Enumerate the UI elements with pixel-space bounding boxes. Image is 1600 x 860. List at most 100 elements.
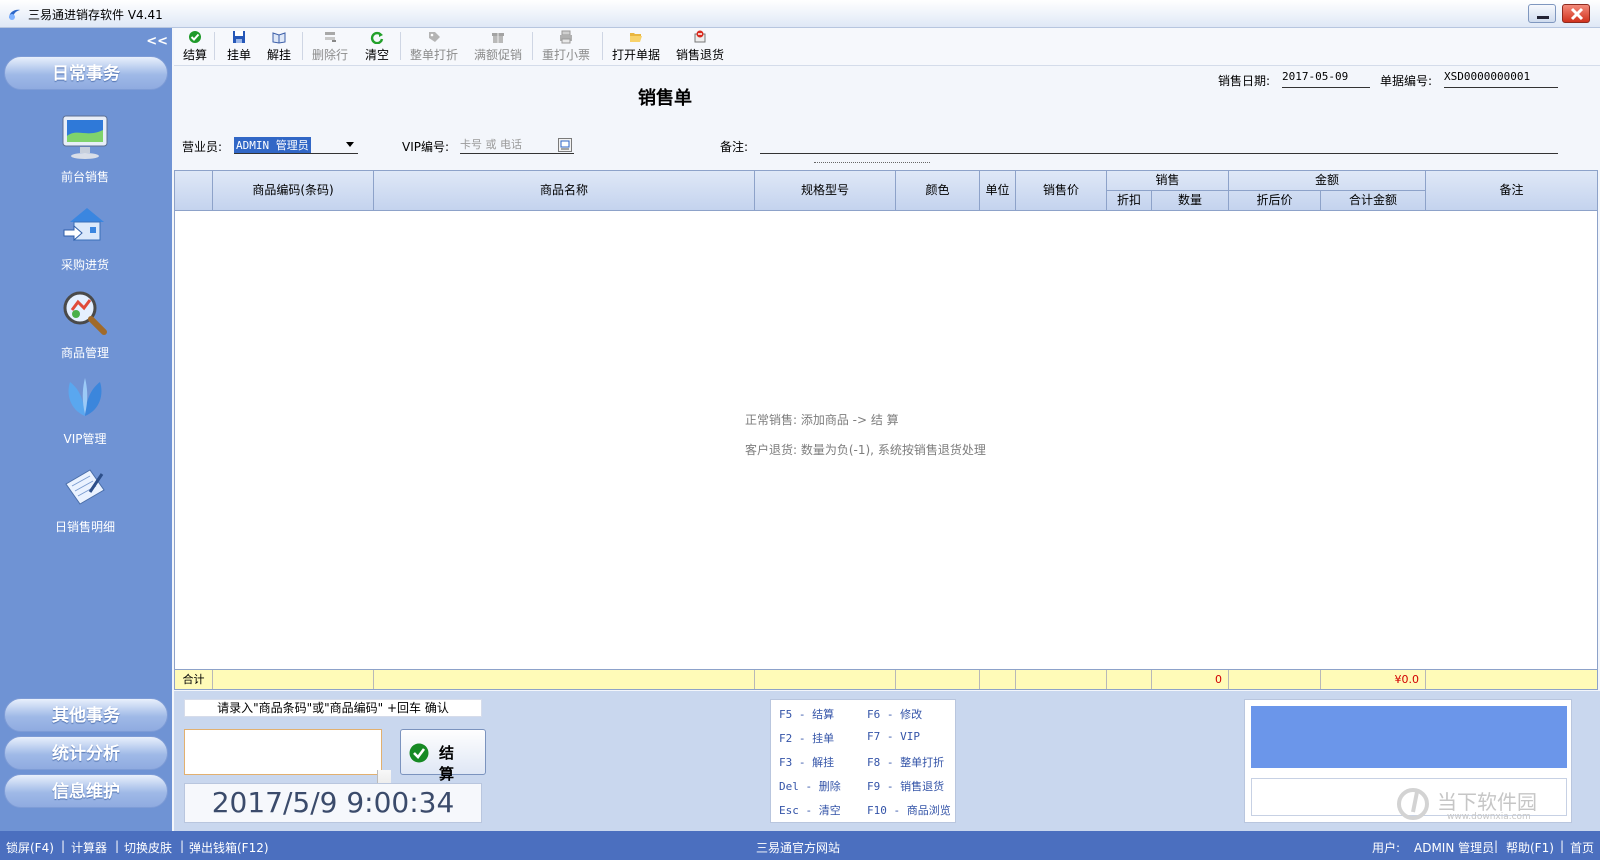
sidebar-item-vip[interactable]: VIP管理: [20, 374, 150, 447]
total-label: 合计: [175, 670, 213, 689]
switch-skin-link[interactable]: 切换皮肤: [124, 839, 172, 856]
watermark-logo-icon: [1397, 788, 1429, 820]
salesperson-value: ADMIN 管理员: [234, 137, 311, 153]
clear-button[interactable]: 清空: [362, 30, 392, 64]
minimize-icon: [1537, 16, 1549, 19]
toolbar-separator: [302, 32, 303, 60]
delete-row-button[interactable]: 删除行: [310, 30, 350, 64]
open-document-button[interactable]: 打开单据: [610, 30, 662, 64]
total-cell: [213, 670, 374, 689]
vip-lookup-icon[interactable]: [558, 138, 572, 152]
watermark-site: www.downxia.com: [1447, 812, 1531, 822]
lock-screen-link[interactable]: 锁屏(F4): [6, 839, 54, 856]
input-prompt: 请录入"商品条码"或"商品编码" +回车 确认: [184, 699, 482, 717]
sidebar-item-label: 商品管理: [60, 346, 109, 360]
shortcut-f10: F10 - 商品浏览: [867, 804, 951, 817]
user-label: 用户:: [1372, 841, 1401, 855]
help-link[interactable]: 帮助(F1): [1506, 839, 1554, 856]
sale-date-label: 销售日期:: [1218, 74, 1271, 88]
checkout-toolbar-button[interactable]: 结算: [180, 30, 210, 64]
sidebar-item-label: 前台销售: [60, 170, 109, 184]
total-cell: [755, 670, 896, 689]
sidebar: << 日常事务 前台销售 采购进货 商品管理 VIP管理 日销售明细 其他事务 …: [0, 28, 172, 831]
collapse-sidebar-button[interactable]: <<: [146, 34, 168, 49]
sale-date-field[interactable]: 2017-05-09: [1282, 70, 1370, 88]
vip-label: VIP编号:: [402, 140, 450, 154]
shortcut-f5: F5 - 结算: [779, 708, 835, 721]
reprint-receipt-button[interactable]: 重打小票: [540, 30, 592, 64]
discount-order-button[interactable]: 整单打折: [408, 30, 460, 64]
official-site-link[interactable]: 三易通官方网站: [756, 839, 840, 856]
sidebar-category-stats[interactable]: 统计分析: [4, 736, 168, 770]
check-icon: [189, 31, 201, 43]
sidebar-item-purchase[interactable]: 采购进货: [20, 200, 150, 273]
customer-display-screen: [1251, 706, 1567, 768]
doc-no-field[interactable]: XSD0000000001: [1444, 70, 1558, 88]
shortcut-f9: F9 - 销售退货: [867, 780, 945, 793]
calculator-link[interactable]: 计算器: [71, 839, 107, 856]
sidebar-category-other[interactable]: 其他事务: [4, 698, 168, 732]
shortcut-esc: Esc - 清空: [779, 804, 841, 817]
sidebar-category-daily[interactable]: 日常事务: [4, 56, 168, 90]
salesperson-label: 营业员:: [182, 140, 223, 154]
col-remark[interactable]: 备注: [1426, 171, 1597, 211]
close-icon: [1570, 7, 1584, 21]
col-total-amount[interactable]: 合计金额: [1321, 190, 1426, 211]
col-quantity[interactable]: 数量: [1152, 190, 1229, 211]
return-icon: [694, 30, 706, 43]
barcode-input[interactable]: [184, 729, 391, 812]
sidebar-item-label: 采购进货: [60, 258, 109, 272]
col-spec[interactable]: 规格型号: [755, 171, 896, 211]
total-cell: [1229, 670, 1321, 689]
minimize-button[interactable]: [1528, 4, 1556, 23]
total-cell: [980, 670, 1016, 689]
printer-icon: [560, 30, 572, 44]
sidebar-item-daily-report[interactable]: 日销售明细: [20, 462, 150, 535]
total-cell: [1107, 670, 1152, 689]
check-icon: [409, 743, 429, 763]
col-unit[interactable]: 单位: [980, 171, 1016, 211]
shortcut-del: Del - 删除: [779, 780, 841, 793]
shortcut-panel: F5 - 结算 F6 - 修改 F2 - 挂单 F7 - VIP F3 - 解挂…: [770, 699, 956, 823]
col-color[interactable]: 颜色: [896, 171, 980, 211]
checkout-button[interactable]: 结 算: [400, 729, 486, 783]
promotion-button[interactable]: 满额促销: [472, 30, 524, 64]
col-price[interactable]: 销售价: [1016, 171, 1107, 211]
release-order-button[interactable]: 解挂: [264, 30, 294, 64]
salesperson-select[interactable]: ADMIN 管理员: [234, 136, 358, 154]
monitor-icon: [62, 115, 108, 159]
sidebar-category-info[interactable]: 信息维护: [4, 774, 168, 808]
sidebar-item-products[interactable]: 商品管理: [20, 288, 150, 361]
magnifier-icon: [63, 291, 107, 335]
close-button[interactable]: [1562, 4, 1590, 23]
toolbar-separator: [214, 32, 215, 60]
total-cell: [374, 670, 755, 689]
status-separator: |: [1560, 839, 1565, 853]
home-link[interactable]: 首页: [1570, 839, 1594, 856]
col-product-code[interactable]: 商品编码(条码): [213, 171, 374, 211]
status-bar: 锁屏(F4) | 计算器 | 切换皮肤 | 弹出钱箱(F12) 三易通官方网站 …: [0, 831, 1600, 860]
current-user: ADMIN 管理员: [1414, 841, 1495, 855]
remark-input[interactable]: [760, 136, 1558, 154]
total-cell: [1426, 670, 1597, 689]
col-discount[interactable]: 折扣: [1107, 190, 1152, 211]
delete-row-icon: [325, 32, 336, 42]
sidebar-item-front-sales[interactable]: 前台销售: [20, 112, 150, 185]
shortcut-f2: F2 - 挂单: [779, 732, 835, 745]
house-arrow-icon: [63, 208, 104, 242]
hint-normal-sale: 正常销售: 添加商品 -> 结 算: [745, 413, 899, 427]
col-discount-price[interactable]: 折后价: [1229, 190, 1321, 211]
toolbar: 结算 挂单 解挂 删除行 清空 整单打折 满额促销 重打小票 打开单据 销售退货: [174, 28, 1600, 66]
panel-splitter[interactable]: [814, 162, 930, 168]
status-separator: |: [180, 839, 185, 853]
status-separator: |: [115, 839, 120, 853]
vip-input[interactable]: 卡号 或 电话: [460, 136, 574, 154]
cash-drawer-link[interactable]: 弹出钱箱(F12): [189, 839, 269, 856]
col-product-name[interactable]: 商品名称: [374, 171, 755, 211]
remark-label: 备注:: [720, 140, 749, 154]
shortcut-f6: F6 - 修改: [867, 708, 923, 721]
sales-return-button[interactable]: 销售退货: [674, 30, 726, 64]
hold-order-button[interactable]: 挂单: [224, 30, 254, 64]
book-icon: [272, 32, 286, 44]
total-cell: [1016, 670, 1107, 689]
